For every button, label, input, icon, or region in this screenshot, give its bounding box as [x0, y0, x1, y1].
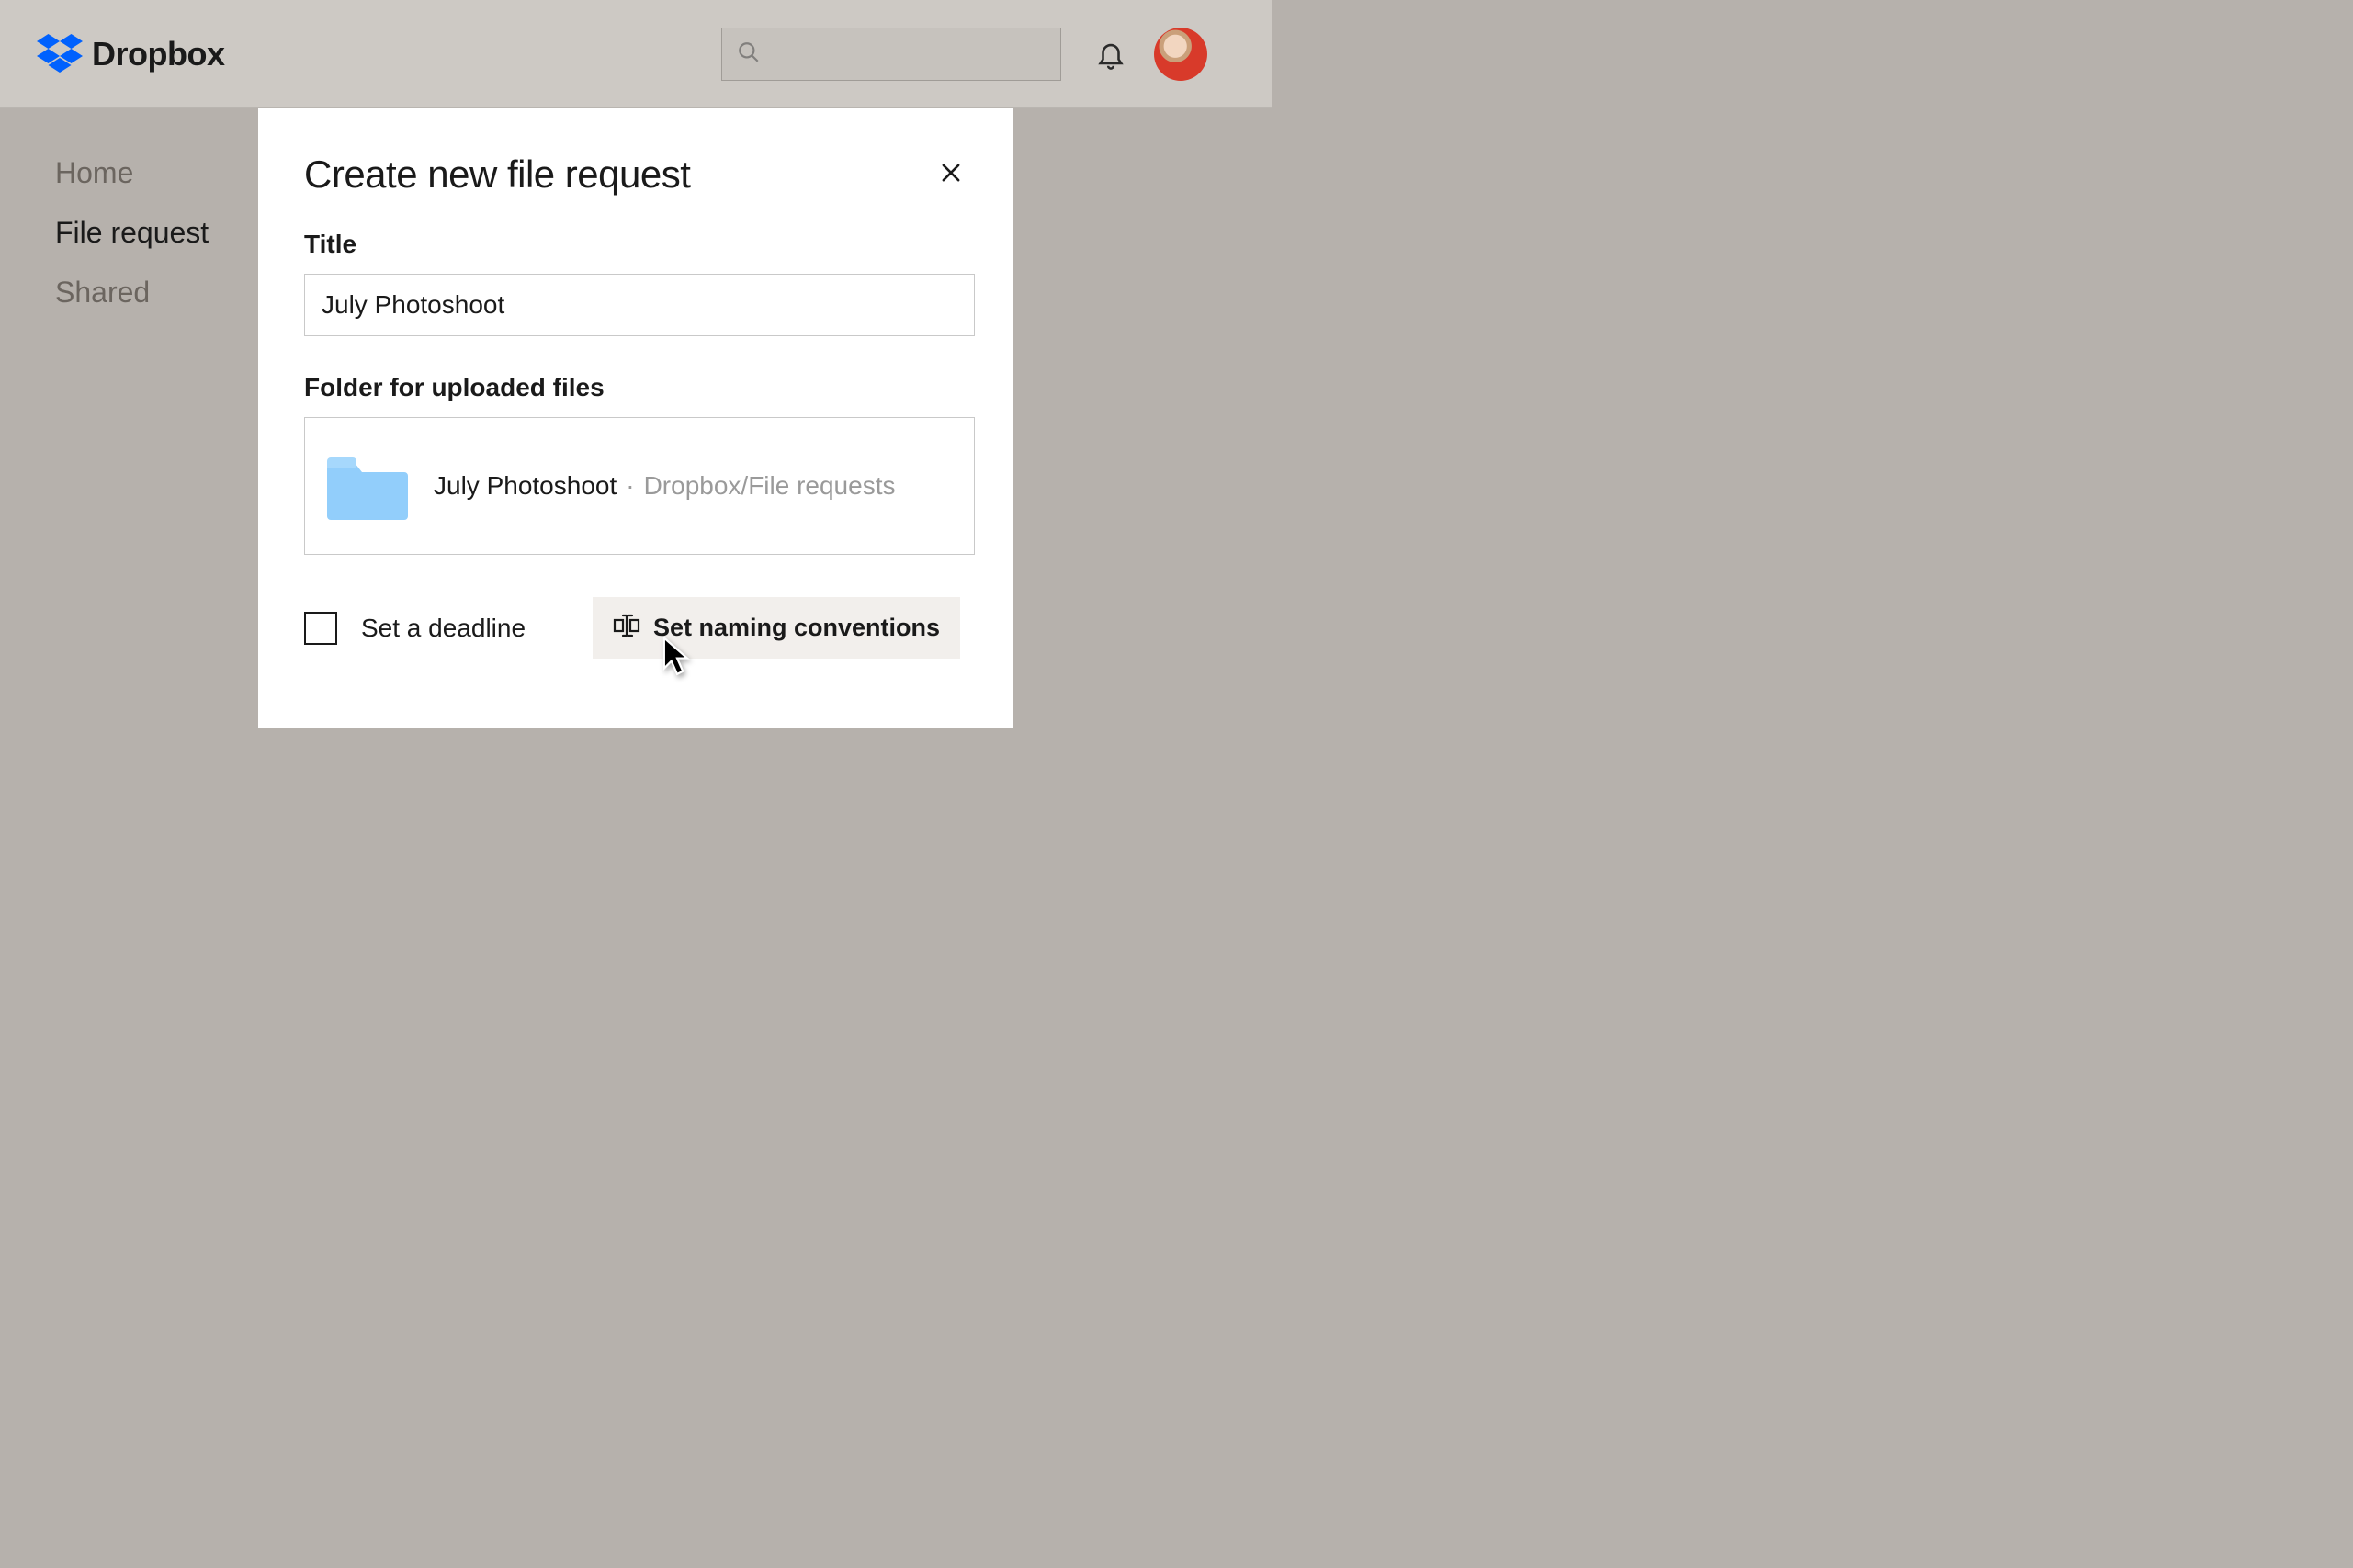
- user-avatar[interactable]: [1154, 28, 1207, 81]
- search-input[interactable]: [721, 28, 1061, 81]
- text-cursor-icon: [613, 614, 640, 642]
- notifications-icon[interactable]: [1095, 39, 1126, 74]
- folder-icon: [327, 452, 408, 520]
- title-input[interactable]: [304, 274, 975, 336]
- app-header: Dropbox: [0, 0, 1272, 108]
- folder-name: July Photoshoot: [434, 471, 617, 501]
- dropbox-logo-icon: [37, 34, 83, 74]
- close-button[interactable]: [934, 156, 967, 194]
- modal-title: Create new file request: [304, 152, 690, 197]
- sidebar-nav: Home File request Shared: [55, 156, 209, 310]
- folder-field-label: Folder for uploaded files: [304, 373, 967, 402]
- naming-button-label: Set naming conventions: [653, 614, 940, 642]
- folder-selector[interactable]: July Photoshoot · Dropbox/File requests: [304, 417, 975, 555]
- create-file-request-modal: Create new file request Title Folder for…: [258, 108, 1013, 728]
- folder-location: Dropbox/File requests: [644, 471, 896, 501]
- sidebar-item-shared[interactable]: Shared: [55, 276, 209, 310]
- deadline-checkbox-wrap[interactable]: Set a deadline: [304, 612, 526, 645]
- folder-path-display: July Photoshoot · Dropbox/File requests: [434, 471, 895, 501]
- brand-logo[interactable]: Dropbox: [37, 34, 225, 74]
- sidebar-item-home[interactable]: Home: [55, 156, 209, 190]
- brand-name: Dropbox: [92, 35, 225, 73]
- folder-separator: ·: [626, 471, 634, 501]
- set-naming-conventions-button[interactable]: Set naming conventions: [593, 597, 960, 659]
- search-icon: [737, 40, 761, 69]
- title-field-label: Title: [304, 230, 967, 259]
- close-icon: [938, 174, 964, 189]
- deadline-label: Set a deadline: [361, 614, 526, 643]
- sidebar-item-file-request[interactable]: File request: [55, 216, 209, 250]
- deadline-checkbox[interactable]: [304, 612, 337, 645]
